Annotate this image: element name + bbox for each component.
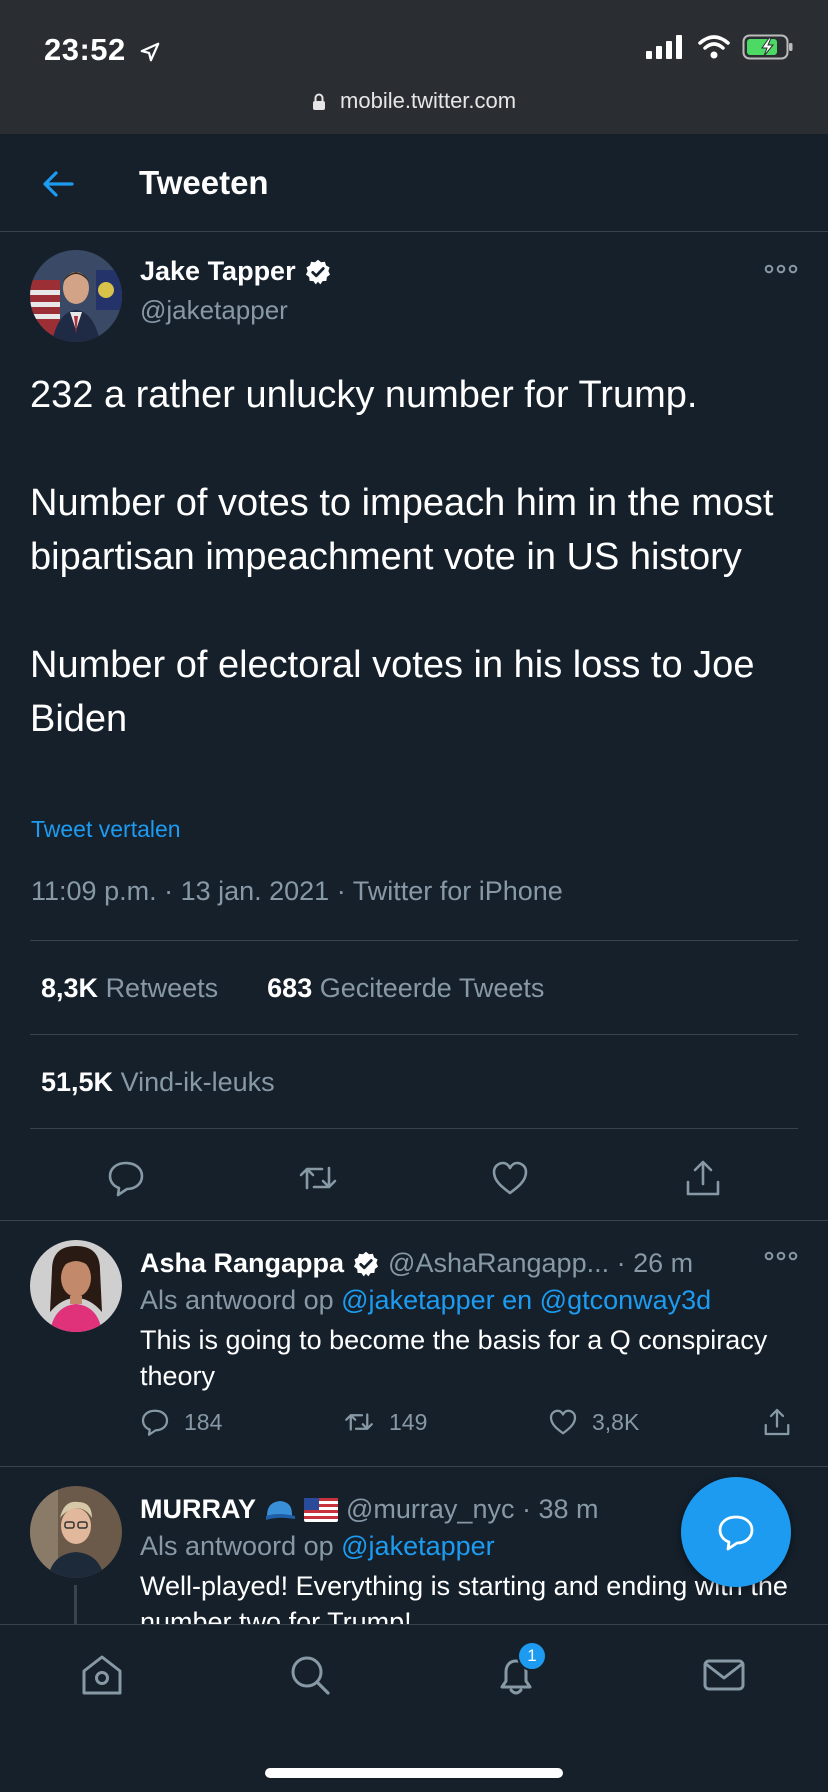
reply-icon[interactable]: [106, 1158, 146, 1198]
tweet-text: 232 a rather unlucky number for Trump. N…: [30, 374, 774, 740]
status-icons: [646, 34, 794, 60]
signal-icon: [646, 35, 682, 59]
status-bar: 23:52 mobile.twitter.com: [0, 0, 828, 134]
share-icon[interactable]: [683, 1158, 723, 1198]
reply-author-name[interactable]: MURRAY: [140, 1494, 256, 1525]
thread-line: [74, 1585, 77, 1624]
reply-text: This is going to become the basis for a …: [140, 1325, 768, 1391]
reply-actions: 184 149 3,8K: [140, 1407, 800, 1447]
reply-icon: [141, 1409, 169, 1436]
us-flag-icon: [304, 1497, 339, 1522]
status-time: 23:52: [44, 32, 161, 68]
author-block[interactable]: Jake Tapper @jaketapper: [140, 256, 332, 326]
tweet-meta: 11:09 p.m. · 13 jan. 2021 · Twitter for …: [31, 876, 563, 906]
compose-button[interactable]: [681, 1477, 791, 1587]
url-text: mobile.twitter.com: [340, 88, 517, 113]
like-icon[interactable]: [490, 1158, 530, 1198]
url-bar[interactable]: mobile.twitter.com: [0, 88, 828, 114]
tweet-actions: [0, 1148, 828, 1218]
share-button[interactable]: [762, 1407, 792, 1437]
reply-author-name[interactable]: Asha Rangappa: [140, 1248, 344, 1279]
reply-to-link[interactable]: @jaketapper: [341, 1531, 495, 1561]
author-name: Jake Tapper: [140, 256, 332, 287]
reply-header: MURRAY @murray_nyc · 38 m: [140, 1494, 598, 1525]
mail-icon[interactable]: [700, 1651, 748, 1699]
reply-context: Als antwoord op @jaketapper en @gtconway…: [140, 1285, 712, 1315]
quotes-stat[interactable]: 683 Geciteerde Tweets: [267, 973, 544, 1003]
share-icon: [764, 1408, 790, 1436]
home-icon[interactable]: [78, 1651, 126, 1699]
home-indicator: [265, 1768, 563, 1778]
reply-header: Asha Rangappa @AshaRangapp... · 26 m: [140, 1248, 693, 1279]
stats-retweets-row: 8,3K Retweets 683 Geciteerde Tweets: [41, 973, 544, 1004]
avatar[interactable]: [30, 250, 122, 342]
retweets-stat[interactable]: 8,3K Retweets: [41, 973, 218, 1003]
search-icon[interactable]: [286, 1651, 334, 1699]
avatar[interactable]: [30, 1240, 122, 1332]
verified-badge-icon: [354, 1251, 379, 1276]
reply-tweet[interactable]: Asha Rangappa @AshaRangapp... · 26 m Als…: [0, 1221, 828, 1466]
cap-emoji-icon: [266, 1500, 296, 1520]
back-arrow-icon[interactable]: [36, 162, 80, 206]
verified-badge-icon: [305, 259, 330, 284]
likes-stat[interactable]: 51,5K Vind-ik-leuks: [41, 1067, 275, 1098]
retweet-button[interactable]: 149: [343, 1407, 427, 1437]
retweet-count: 149: [389, 1408, 428, 1435]
retweet-icon[interactable]: [298, 1158, 338, 1198]
avatar[interactable]: [30, 1486, 122, 1578]
more-icon[interactable]: [764, 1249, 798, 1263]
reply-context: Als antwoord op @jaketapper: [140, 1531, 495, 1561]
notifications-badge: 1: [517, 1641, 547, 1671]
author-handle: @jaketapper: [140, 295, 288, 325]
wifi-icon: [698, 35, 730, 59]
compose-icon: [718, 1515, 754, 1551]
divider: [30, 940, 798, 941]
reply-count: 184: [184, 1408, 223, 1435]
battery-icon: [742, 34, 793, 60]
divider: [30, 1034, 798, 1035]
reply-to-link[interactable]: @jaketapper en @gtconway3d: [341, 1285, 711, 1315]
page-title: Tweeten: [139, 164, 269, 201]
reply-handle-time: @murray_nyc · 38 m: [346, 1494, 599, 1524]
divider: [30, 1128, 798, 1129]
more-icon[interactable]: [764, 262, 798, 276]
reply-button[interactable]: 184: [140, 1407, 222, 1437]
bottom-nav: 1: [0, 1624, 828, 1792]
lock-icon: [312, 93, 325, 110]
like-button[interactable]: 3,8K: [548, 1407, 639, 1437]
like-count: 3,8K: [592, 1408, 640, 1435]
page-header: Tweeten: [0, 134, 828, 232]
clock: 23:52: [44, 32, 126, 67]
translate-link[interactable]: Tweet vertalen: [31, 816, 181, 843]
reply-handle-time: @AshaRangapp... · 26 m: [388, 1248, 694, 1278]
location-arrow-icon: [140, 42, 160, 62]
like-icon: [549, 1409, 577, 1435]
retweet-icon: [345, 1413, 373, 1431]
